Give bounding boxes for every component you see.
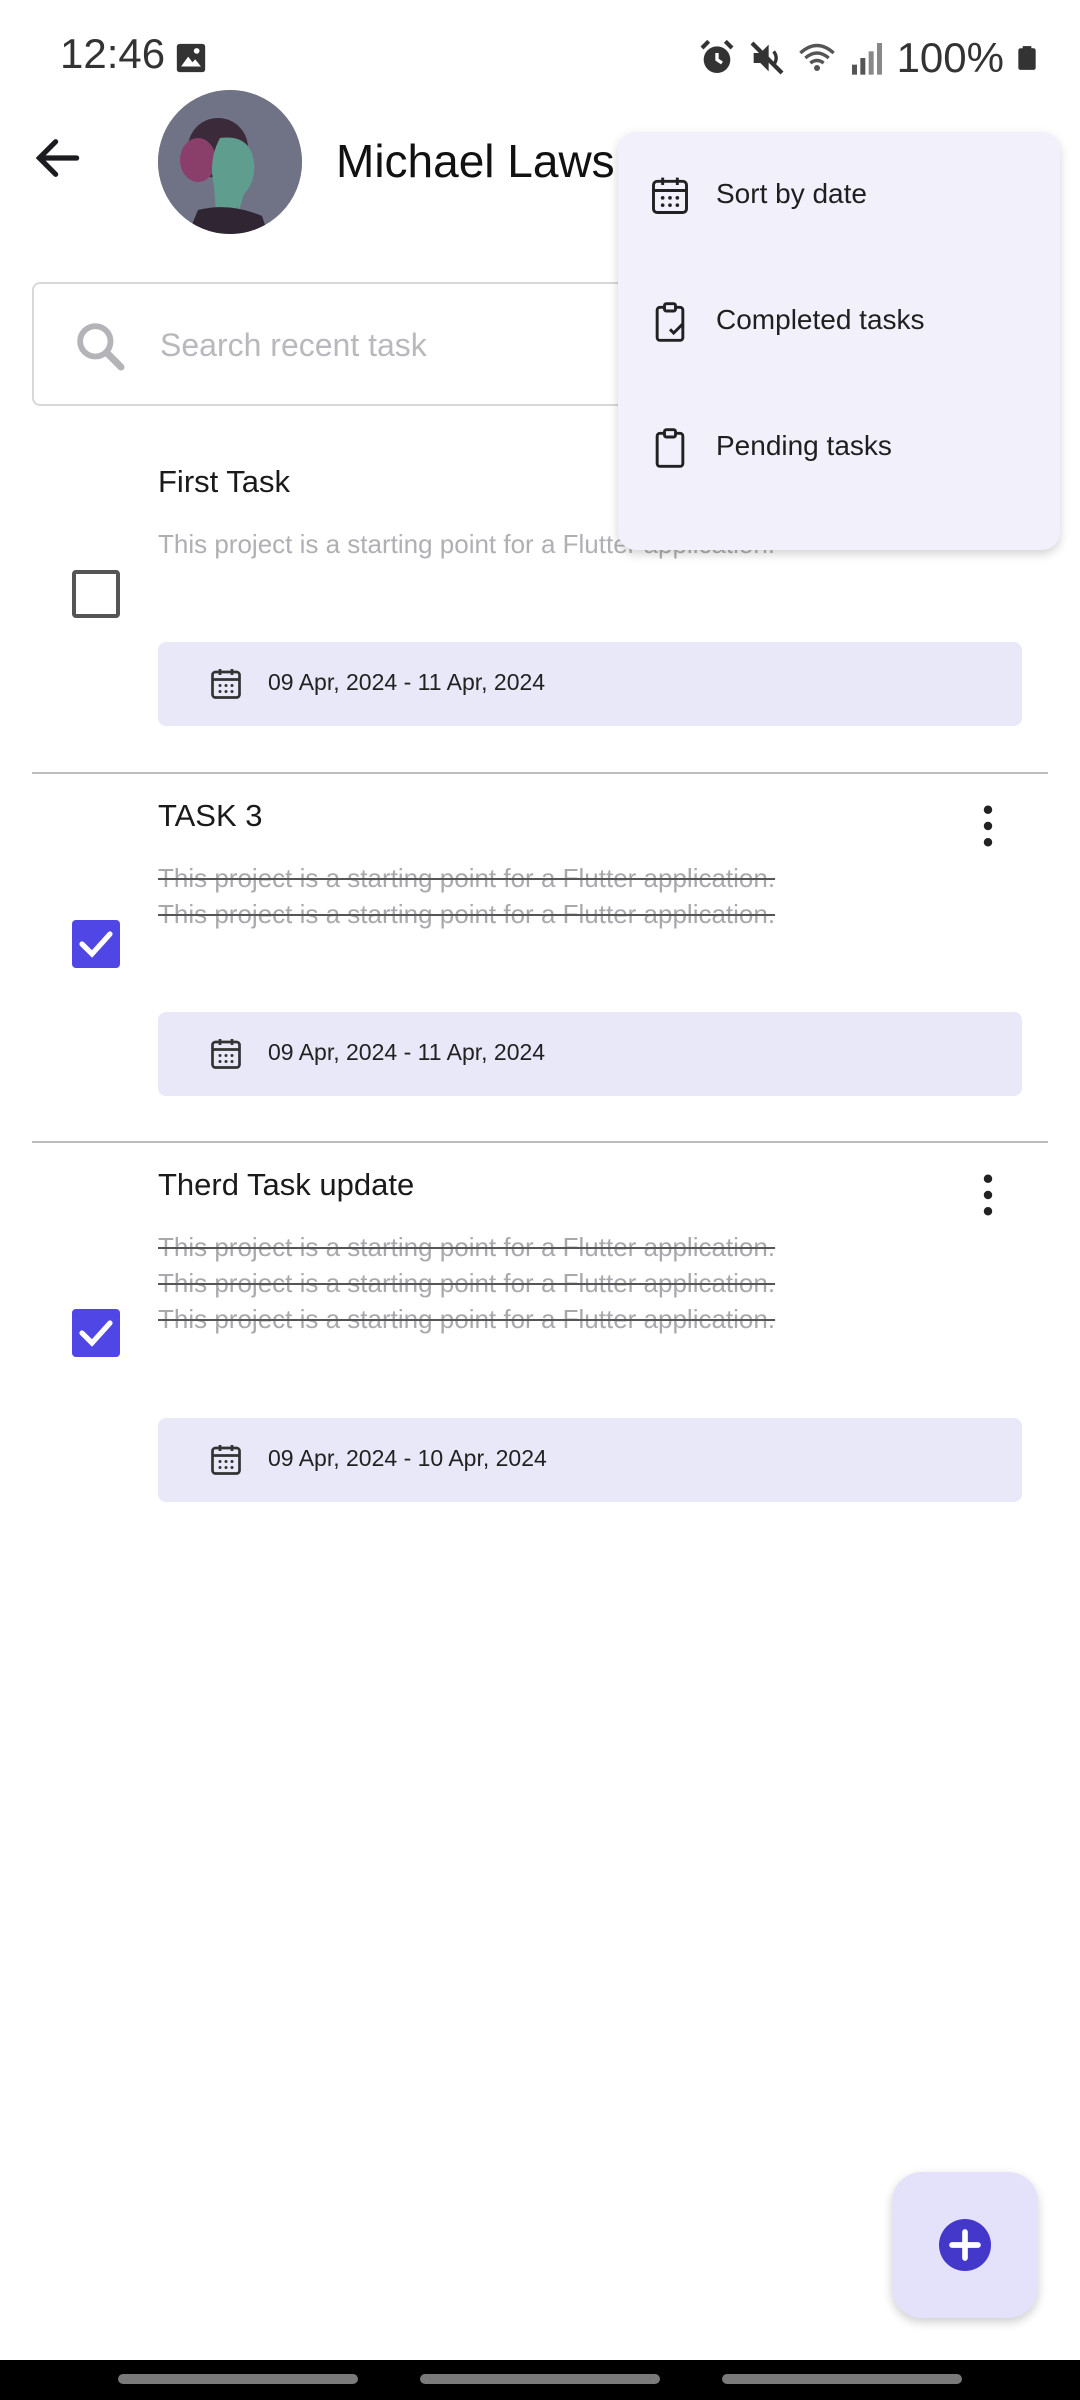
task-title: Therd Task update — [158, 1167, 415, 1202]
menu-item-label: Sort by date — [716, 178, 867, 209]
task-checkbox[interactable] — [72, 1309, 120, 1357]
avatar[interactable] — [158, 90, 302, 234]
image-notification-icon — [176, 43, 206, 73]
battery-percent: 100% — [896, 34, 1004, 81]
calendar-icon — [211, 1445, 241, 1475]
task-item[interactable]: TASK 3 This project is a starting point … — [32, 774, 1048, 1140]
task-item[interactable]: Therd Task update This project is a star… — [32, 1143, 1048, 1523]
menu-item-label: Completed tasks — [716, 304, 925, 335]
task-checkbox[interactable] — [72, 570, 120, 618]
task-title: TASK 3 — [158, 798, 263, 833]
date-range-text: 09 Apr, 2024 - 11 Apr, 2024 — [268, 669, 546, 695]
system-nav-bar — [0, 2360, 1080, 2400]
nav-handle[interactable] — [420, 2374, 660, 2384]
task-description-line: This project is a starting point for a F… — [158, 1268, 776, 1298]
task-description-line: This project is a starting point for a F… — [158, 1232, 776, 1262]
date-range-chip[interactable]: 09 Apr, 2024 - 11 Apr, 2024 — [158, 1012, 1022, 1096]
task-checkbox[interactable] — [72, 920, 120, 968]
wifi-icon — [798, 43, 835, 71]
task-title: First Task — [158, 464, 291, 499]
menu-item-sort-by-date[interactable]: Sort by date — [618, 132, 1060, 258]
status-icons: 100% — [697, 30, 1040, 86]
battery-icon — [1018, 46, 1036, 70]
clipboard-icon — [655, 428, 685, 468]
check-icon — [79, 931, 113, 958]
menu-item-pending-tasks[interactable]: Pending tasks — [618, 384, 1060, 510]
calendar-icon — [652, 177, 688, 214]
date-range-text: 09 Apr, 2024 - 10 Apr, 2024 — [268, 1445, 547, 1471]
more-vert-icon[interactable] — [968, 1169, 1008, 1221]
status-time: 12:46 — [60, 30, 166, 77]
nav-handle[interactable] — [118, 2374, 358, 2384]
date-range-chip[interactable]: 09 Apr, 2024 - 10 Apr, 2024 — [158, 1418, 1022, 1502]
nav-handle[interactable] — [722, 2374, 962, 2384]
user-name: Michael Laws — [336, 135, 615, 187]
calendar-icon — [211, 1039, 241, 1069]
alarm-icon — [700, 39, 734, 73]
task-description-line: This project is a starting point for a F… — [158, 863, 776, 893]
check-icon — [79, 1320, 113, 1347]
signal-icon — [851, 43, 882, 75]
menu-item-label: Pending tasks — [716, 430, 892, 461]
more-vert-icon[interactable] — [968, 800, 1008, 852]
menu-item-completed-tasks[interactable]: Completed tasks — [618, 258, 1060, 384]
clipboard-check-icon — [655, 302, 685, 342]
avatar-portrait-icon — [158, 90, 302, 234]
task-description-line: This project is a starting point for a F… — [158, 1304, 776, 1334]
add-circle — [939, 2219, 991, 2271]
plus-icon — [949, 2229, 981, 2261]
add-task-button[interactable] — [892, 2172, 1038, 2318]
calendar-icon — [211, 669, 241, 699]
filter-menu: Sort by date Completed tasks Pending tas… — [618, 132, 1060, 550]
mute-icon — [750, 41, 784, 75]
date-range-text: 09 Apr, 2024 - 11 Apr, 2024 — [268, 1039, 546, 1065]
back-arrow-icon[interactable] — [30, 130, 86, 186]
search-icon — [77, 323, 125, 371]
date-range-chip[interactable]: 09 Apr, 2024 - 11 Apr, 2024 — [158, 642, 1022, 726]
task-description-line: This project is a starting point for a F… — [158, 899, 776, 929]
